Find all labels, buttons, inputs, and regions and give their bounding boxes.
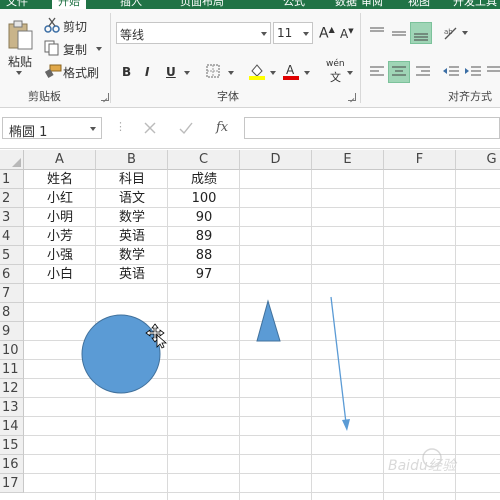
copy-icon[interactable] xyxy=(44,40,60,56)
oval-shape[interactable] xyxy=(81,314,161,394)
format-painter-icon[interactable] xyxy=(44,63,62,79)
align-middle-icon[interactable] xyxy=(390,25,408,41)
cut-icon[interactable] xyxy=(44,17,60,33)
group-divider xyxy=(360,13,361,103)
paste-icon xyxy=(8,20,33,50)
cut-label[interactable]: 剪切 xyxy=(63,18,87,35)
cancel-icon[interactable] xyxy=(142,120,158,136)
triangle-shape[interactable] xyxy=(256,299,281,342)
font-size-select[interactable]: 11 xyxy=(273,22,313,44)
watermark-text: Baidu经验 xyxy=(388,458,458,474)
formula-bar-grip-icon[interactable]: ⋮ xyxy=(115,120,126,133)
clipboard-launcher-icon[interactable] xyxy=(101,93,109,101)
align-left-icon[interactable] xyxy=(368,64,386,80)
font-color-dropdown-icon[interactable] xyxy=(304,71,310,75)
font-name-select[interactable]: 等线 xyxy=(116,22,271,44)
tab-file[interactable]: 文件 xyxy=(6,0,28,9)
border-dropdown-icon[interactable] xyxy=(228,71,234,75)
align-center-button[interactable] xyxy=(388,61,410,83)
font-color-swatch xyxy=(283,76,299,80)
orientation-icon[interactable]: ab xyxy=(442,25,460,41)
align-top-icon[interactable] xyxy=(368,25,386,41)
underline-dropdown-icon[interactable] xyxy=(184,71,190,75)
underline-button[interactable]: U xyxy=(166,65,176,79)
tab-developer[interactable]: 开发工具 xyxy=(453,0,497,9)
ribbon: 粘贴 剪切 复制 格式刷 剪贴板 等线 11 A▲ A▼ B I U A wén… xyxy=(0,9,500,108)
paste-button[interactable] xyxy=(6,19,36,53)
copy-label[interactable]: 复制 xyxy=(63,41,87,58)
formula-input[interactable] xyxy=(244,117,500,139)
tab-data[interactable]: 数据 xyxy=(335,0,357,9)
tab-view[interactable]: 视图 xyxy=(408,0,430,9)
enter-icon[interactable] xyxy=(178,120,194,136)
fill-color-swatch xyxy=(249,76,265,80)
paste-label[interactable]: 粘贴 xyxy=(8,53,32,70)
worksheet-grid[interactable]: A B C D E F G 1 2 3 4 5 6 7 8 9 10 11 12… xyxy=(0,150,500,500)
formula-bar: 椭圆 1 ⋮ fx xyxy=(0,108,500,149)
name-box[interactable]: 椭圆 1 xyxy=(2,117,102,140)
decrease-font-size-icon[interactable]: A▼ xyxy=(340,27,354,41)
font-size-value: 11 xyxy=(277,26,293,40)
watermark: Baidu经验 xyxy=(388,448,458,474)
font-group-label: 字体 xyxy=(217,90,239,103)
increase-font-size-icon[interactable]: A▲ xyxy=(319,25,335,42)
italic-button[interactable]: I xyxy=(145,65,149,79)
fill-color-dropdown-icon[interactable] xyxy=(270,71,276,75)
shapes-layer: Baidu经验 xyxy=(81,296,458,474)
font-name-value: 等线 xyxy=(120,28,145,42)
align-bottom-icon xyxy=(414,33,428,41)
arrow-line-shape[interactable] xyxy=(330,296,350,431)
wrap-text-icon[interactable] xyxy=(486,64,500,80)
tab-page-layout[interactable]: 页面布局 xyxy=(180,0,224,9)
svg-text:A: A xyxy=(286,63,295,77)
clipboard-group-label: 剪贴板 xyxy=(28,90,61,103)
font-color-icon[interactable]: A xyxy=(282,62,300,80)
phonetic-dropdown-icon[interactable] xyxy=(347,71,353,75)
fill-color-icon[interactable] xyxy=(248,62,266,80)
format-painter-label[interactable]: 格式刷 xyxy=(63,64,99,81)
phonetic-guide-button[interactable]: wén xyxy=(326,59,345,69)
paste-dropdown-icon[interactable] xyxy=(16,71,22,75)
alignment-group-label: 对齐方式 xyxy=(448,90,492,103)
font-launcher-icon[interactable] xyxy=(348,93,356,101)
insert-function-button[interactable]: fx xyxy=(216,120,228,135)
decrease-indent-icon[interactable] xyxy=(442,64,460,80)
tab-home[interactable]: 开始 xyxy=(52,0,86,9)
chevron-down-icon[interactable] xyxy=(90,127,96,131)
border-icon[interactable] xyxy=(206,64,220,78)
name-box-value: 椭圆 1 xyxy=(9,125,48,140)
bold-button[interactable]: B xyxy=(122,65,131,79)
tab-formulas[interactable]: 公式 xyxy=(283,0,305,9)
svg-text:ab: ab xyxy=(444,28,453,36)
chevron-down-icon xyxy=(303,32,309,36)
orientation-dropdown-icon[interactable] xyxy=(462,31,468,35)
increase-indent-icon[interactable] xyxy=(464,64,482,80)
copy-dropdown-icon[interactable] xyxy=(96,47,102,51)
align-bottom-button[interactable] xyxy=(410,22,432,44)
phonetic-char-icon[interactable]: 文 xyxy=(330,69,341,85)
chevron-down-icon xyxy=(261,32,267,36)
ribbon-tab-bar: 文件 开始 插入 页面布局 公式 数据 审阅 视图 开发工具 xyxy=(0,0,500,9)
tab-insert[interactable]: 插入 xyxy=(120,0,142,9)
align-center-icon xyxy=(392,66,406,76)
align-right-icon[interactable] xyxy=(414,64,432,80)
group-divider xyxy=(110,13,111,103)
tab-review[interactable]: 审阅 xyxy=(361,0,383,9)
